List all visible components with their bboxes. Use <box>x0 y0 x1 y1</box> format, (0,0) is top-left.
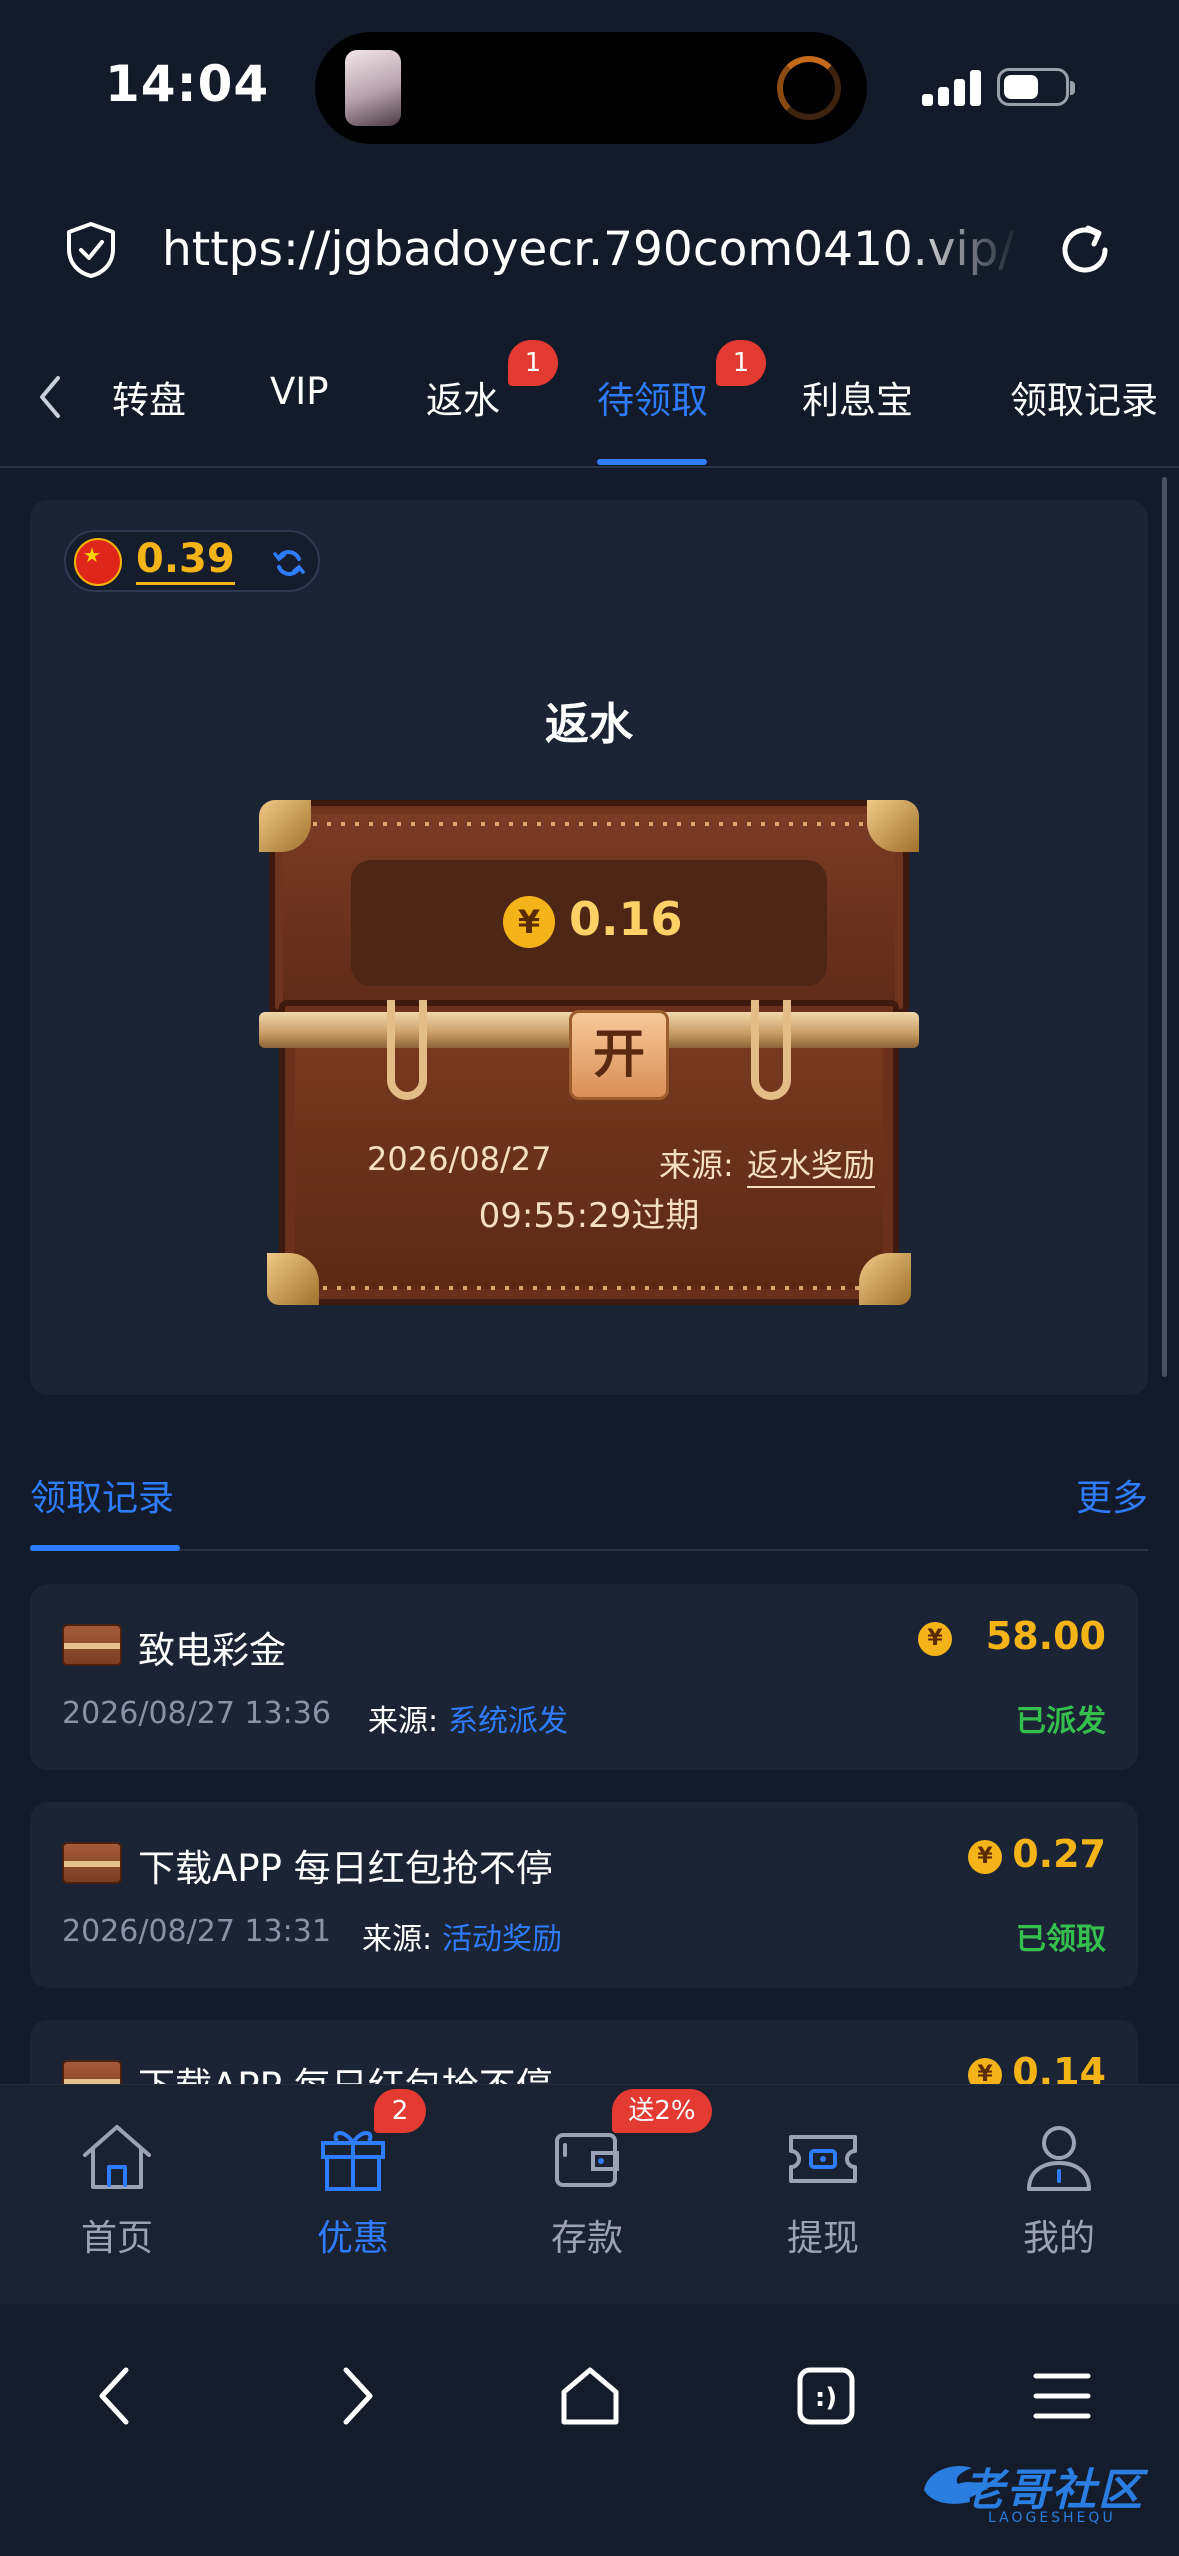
withdraw-icon <box>789 2135 857 2183</box>
record-time: 2026/08/27 13:31 <box>62 1914 331 1949</box>
chest-icon <box>62 1624 122 1666</box>
record-item[interactable]: 下载APP 每日红包抢不停 ¥ 0.27 2026/08/27 13:31 来源… <box>30 1802 1138 1988</box>
nav-deposit-label: 存款 <box>550 2218 623 2259</box>
category-tabs: 转盘 VIP 返水 1 待领取 1 利息宝 领取记录 <box>0 340 1179 468</box>
record-source-label: 来源: <box>368 1704 439 1739</box>
yuan-coin-icon: ¥ <box>503 896 555 948</box>
tab-spin[interactable]: 转盘 <box>112 370 186 424</box>
nav-profile[interactable]: 我的 <box>984 2115 1134 2261</box>
shield-icon <box>67 222 115 278</box>
open-chest-button[interactable]: 开 <box>569 1010 669 1100</box>
latch-icon <box>387 1000 427 1100</box>
tab-active-indicator <box>597 459 707 465</box>
china-flag-icon <box>74 538 122 586</box>
nav-home-label: 首页 <box>80 2218 153 2259</box>
record-title: 下载APP 每日红包抢不停 <box>138 1847 553 1890</box>
yuan-coin-icon: ¥ <box>918 1622 952 1656</box>
nav-promotions-label: 优惠 <box>316 2218 389 2259</box>
reward-card: 0.39 返水 ¥ 0.16 开 2026/08/27 来源: 返水奖励 09:… <box>30 500 1148 1395</box>
chest-corner <box>859 1253 911 1305</box>
reward-expiry: 09:55:29过期 <box>478 1196 700 1236</box>
balance-pill: 0.39 <box>64 530 320 592</box>
activity-ring-icon <box>777 56 841 120</box>
nav-withdraw[interactable]: 提现 <box>748 2115 898 2261</box>
svg-text::): :) <box>815 2383 837 2413</box>
user-icon <box>1027 2126 1091 2191</box>
menu-icon[interactable] <box>1022 2356 1102 2436</box>
records-title[interactable]: 领取记录 <box>30 1469 174 1521</box>
yuan-coin-icon: ¥ <box>968 1840 1002 1874</box>
watermark-logo: 老哥社区 LAOGESHEQU <box>918 2450 1168 2540</box>
status-time: 14:04 <box>105 55 270 113</box>
browser-toolbar: :) 老哥社区 LAOGESHEQU <box>0 2304 1179 2556</box>
tab-records[interactable]: 领取记录 <box>1010 370 1158 424</box>
nav-promotions-badge: 2 <box>374 2089 426 2133</box>
treasure-chest[interactable]: ¥ 0.16 开 2026/08/27 来源: 返水奖励 09:55:29过期 <box>259 800 919 1305</box>
watermark-text: 老哥社区 <box>960 2465 1144 2516</box>
record-status: 已领取 <box>1016 1922 1106 1957</box>
nav-promotions[interactable]: 优惠 <box>278 2115 428 2261</box>
reward-title: 返水 <box>545 699 633 750</box>
url-fade <box>900 210 1020 290</box>
nav-withdraw-label: 提现 <box>786 2218 859 2259</box>
balance-value: 0.39 <box>136 536 235 585</box>
url-text[interactable]: https://jgbadoyecr.790com0410.vip/hon <box>162 222 1017 277</box>
tab-pending-badge: 1 <box>716 340 766 386</box>
reward-amount: 0.16 <box>569 892 683 946</box>
record-amount: 0.27 <box>1012 1832 1106 1876</box>
reload-icon[interactable] <box>1055 220 1115 280</box>
back-icon[interactable] <box>78 2356 158 2436</box>
reward-date: 2026/08/27 <box>367 1140 552 1178</box>
latch-icon <box>751 1000 791 1100</box>
nav-home[interactable]: 首页 <box>42 2115 192 2261</box>
tab-vip[interactable]: VIP <box>270 370 329 413</box>
records-more-link[interactable]: 更多 <box>1076 1469 1148 1521</box>
record-title: 致电彩金 <box>138 1629 286 1672</box>
address-bar[interactable]: https://jgbadoyecr.790com0410.vip/hon <box>0 190 1179 310</box>
rivet-row <box>299 822 879 826</box>
record-source-label: 来源: <box>362 1922 433 1957</box>
battery-icon <box>997 68 1075 106</box>
signal-icon <box>922 70 982 106</box>
now-playing-thumbnail <box>345 50 401 126</box>
status-bar: 14:04 <box>0 0 1179 170</box>
nav-deposit[interactable]: 存款 <box>512 2115 662 2261</box>
bottom-navigation: 首页 优惠 2 存款 送2% 提现 我的 <box>0 2084 1179 2304</box>
chevron-left-icon[interactable] <box>30 370 70 424</box>
nav-deposit-badge: 送2% <box>612 2089 712 2133</box>
tab-rebate[interactable]: 返水 <box>426 370 500 424</box>
rivet-row <box>309 1286 869 1290</box>
record-item[interactable]: 致电彩金 ¥ 58.00 2026/08/27 13:36 来源: 系统派发 已… <box>30 1584 1138 1770</box>
dynamic-island <box>315 32 867 144</box>
chest-icon <box>62 1842 122 1884</box>
refresh-icon[interactable] <box>272 546 306 580</box>
scrollbar[interactable] <box>1162 477 1167 1377</box>
nav-profile-label: 我的 <box>1022 2218 1095 2259</box>
record-source: 活动奖励 <box>442 1922 562 1957</box>
record-status: 已派发 <box>1016 1704 1106 1739</box>
tab-rebate-badge: 1 <box>508 340 558 386</box>
home-icon <box>83 2125 151 2189</box>
tab-pending[interactable]: 待领取 <box>597 370 708 424</box>
watermark-subtext: LAOGESHEQU <box>988 2510 1116 2526</box>
record-time: 2026/08/27 13:36 <box>62 1696 331 1731</box>
record-amount: 58.00 <box>985 1614 1106 1658</box>
forward-icon[interactable] <box>314 2356 394 2436</box>
records-header: 领取记录 更多 <box>30 1465 1148 1551</box>
home-page-icon[interactable] <box>550 2356 630 2436</box>
tabs-icon[interactable]: :) <box>786 2356 866 2436</box>
tab-interest[interactable]: 利息宝 <box>802 370 913 424</box>
reward-amount-plate: ¥ 0.16 <box>351 860 827 986</box>
records-title-underline <box>30 1545 180 1551</box>
record-source: 系统派发 <box>448 1704 568 1739</box>
reward-source-label: 来源: <box>659 1146 734 1184</box>
reward-source: 返水奖励 <box>747 1140 876 1188</box>
